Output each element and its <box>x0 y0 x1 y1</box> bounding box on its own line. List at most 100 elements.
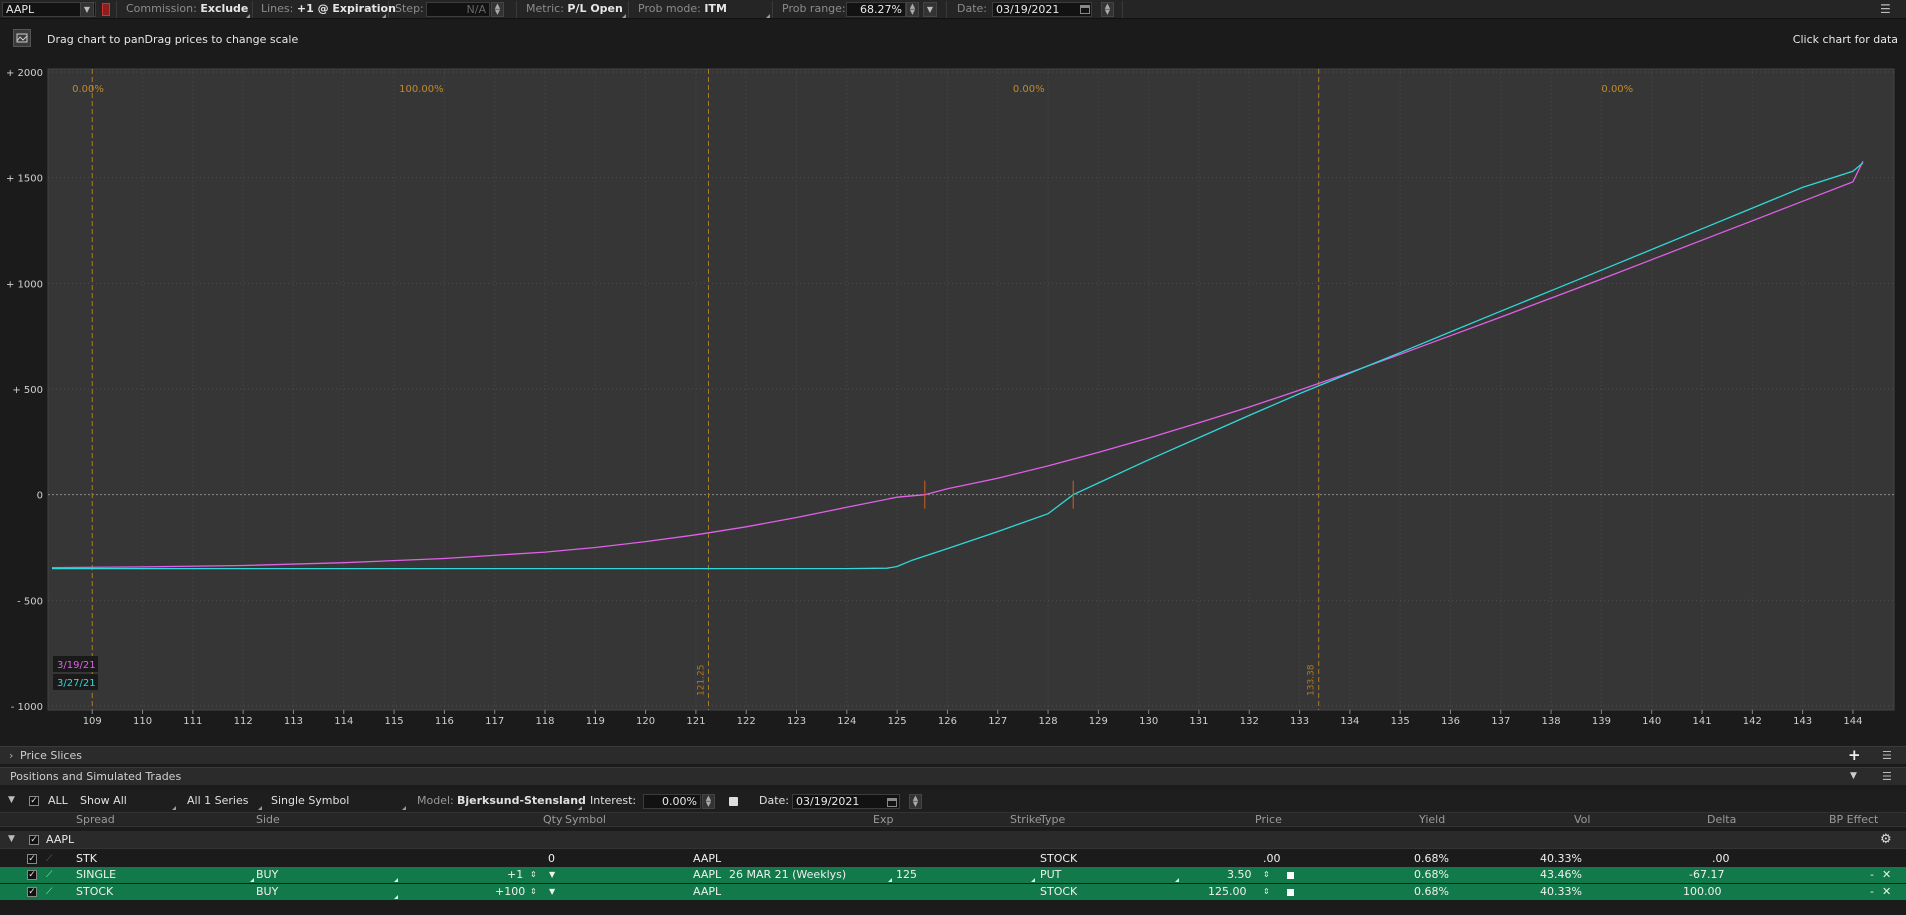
select-all-checkbox[interactable]: ✓ <box>29 796 39 806</box>
lock-icon[interactable] <box>1287 889 1294 896</box>
cell-side[interactable]: BUY <box>256 884 278 900</box>
link-icon: ⟋ <box>46 870 53 880</box>
col-type[interactable]: Type <box>1040 813 1065 826</box>
x-tick-label: 125 <box>888 716 907 727</box>
probrange-dropdown-icon[interactable]: ▼ <box>923 2 937 17</box>
cell-strike[interactable]: 125 <box>896 867 917 883</box>
metric-control[interactable]: Metric: P/L Open <box>526 0 623 19</box>
corner-dropdown-icon <box>888 878 892 882</box>
cell-spread: STOCK <box>76 885 114 898</box>
group-checkbox[interactable]: ✓ <box>29 835 39 845</box>
cell-exp[interactable]: 26 MAR 21 (Weeklys) <box>729 867 846 883</box>
col-qty[interactable]: Qty <box>543 813 562 826</box>
col-exp[interactable]: Exp <box>873 813 893 826</box>
date-spinner[interactable]: ▲ ▼ <box>1101 2 1114 17</box>
collapse-icon[interactable]: ▼ <box>1850 768 1857 785</box>
price-spinner-icon[interactable]: ⇕ <box>1263 884 1270 900</box>
date-value: 03/19/2021 <box>996 3 1060 16</box>
prob-line-label: 133.38 <box>1307 664 1317 696</box>
date-input[interactable]: 03/19/2021 <box>992 2 1092 17</box>
probmode-control[interactable]: Prob mode: ITM <box>638 0 727 19</box>
x-tick-label: 110 <box>133 716 152 727</box>
probrange-input[interactable]: 68.27% <box>846 2 906 17</box>
cell-yield: 0.68% <box>1414 868 1449 881</box>
corner-dropdown-icon <box>1031 878 1035 882</box>
table-row[interactable]: ✓ ⟋ SINGLE BUY +1 ⇕ ▼ AAPL 26 MAR 21 (We… <box>0 867 1906 883</box>
risk-profile-chart[interactable]: + 2000 + 1500 + 1000 + 500 0 - 500 - 1000 109 11… <box>0 62 1906 732</box>
col-strike[interactable]: Strike <box>1010 813 1042 826</box>
table-row[interactable]: ✓ ⟋ STOCK BUY +100 ⇕ ▼ AAPL STOCK 125.00… <box>0 884 1906 900</box>
probrange-spinner[interactable]: ▲ ▼ <box>906 2 919 17</box>
gear-icon[interactable]: ⚙ <box>1880 831 1892 848</box>
chart-svg[interactable]: + 2000 + 1500 + 1000 + 500 0 - 500 - 1000 109 11… <box>0 62 1906 732</box>
chart-settings-icon[interactable] <box>13 29 31 47</box>
col-symbol[interactable]: Symbol <box>565 813 606 826</box>
row-checkbox[interactable]: ✓ <box>27 870 37 880</box>
col-side[interactable]: Side <box>256 813 280 826</box>
cell-vol: 40.33% <box>1540 885 1582 898</box>
menu-lines-icon[interactable]: ☰ <box>1882 768 1892 785</box>
close-icon[interactable]: ✕ <box>1882 884 1891 900</box>
col-yield[interactable]: Yield <box>1419 813 1445 826</box>
x-tick-label: 120 <box>636 716 655 727</box>
x-tick-label: 116 <box>435 716 454 727</box>
cell-qty[interactable]: +100 <box>495 884 525 900</box>
menu-lines-icon[interactable]: ☰ <box>1880 3 1896 16</box>
lock-icon[interactable] <box>729 797 738 806</box>
row-checkbox[interactable]: ✓ <box>27 854 37 864</box>
chevron-down-icon[interactable]: ▼ <box>8 831 15 848</box>
row-checkbox[interactable]: ✓ <box>27 887 37 897</box>
step-value: N/A <box>466 3 486 16</box>
step-spinner[interactable]: ▲ ▼ <box>491 2 504 17</box>
qty-spinner-icon[interactable]: ⇕ <box>530 884 537 900</box>
table-row[interactable]: ✓ ⟋ STK 0 AAPL STOCK .00 0.68% 40.33% .0… <box>0 851 1906 867</box>
group-row-aapl[interactable]: ▼ ✓ AAPL ⚙ <box>0 831 1906 849</box>
close-icon[interactable]: ✕ <box>1882 867 1891 883</box>
chevron-right-icon[interactable]: › <box>9 747 13 764</box>
symbol-mode-filter[interactable]: Single Symbol <box>271 790 349 811</box>
cell-qty[interactable]: +1 <box>507 867 523 883</box>
positions-section[interactable]: Positions and Simulated Trades ▼ ☰ <box>0 767 1906 785</box>
col-delta[interactable]: Delta <box>1707 813 1736 826</box>
lock-icon[interactable] <box>1287 872 1294 879</box>
add-icon[interactable]: + <box>1848 747 1861 764</box>
x-tick-label: 111 <box>183 716 202 727</box>
calendar-icon[interactable] <box>887 798 897 807</box>
show-filter[interactable]: Show All <box>80 790 127 811</box>
lines-control[interactable]: Lines: +1 @ Expiration <box>261 0 396 19</box>
y-tick-label: + 500 <box>12 385 43 396</box>
x-tick-label: 113 <box>284 716 303 727</box>
interest-input[interactable]: 0.00% <box>643 794 701 809</box>
cell-price[interactable]: 3.50 <box>1227 867 1252 883</box>
cell-side[interactable]: BUY <box>256 867 278 883</box>
col-price[interactable]: Price <box>1255 813 1282 826</box>
col-spread[interactable]: Spread <box>76 813 115 826</box>
menu-lines-icon[interactable]: ☰ <box>1882 747 1892 764</box>
model-value[interactable]: Bjerksund-Stensland <box>457 790 586 811</box>
calendar-icon[interactable] <box>1080 5 1090 14</box>
drag-hint: Drag chart to panDrag prices to change s… <box>47 33 299 46</box>
filter-date-input[interactable]: 03/19/2021 <box>792 794 900 809</box>
cell-price[interactable]: 125.00 <box>1208 884 1247 900</box>
cell-qty[interactable]: 0 <box>548 851 555 867</box>
cell-type[interactable]: PUT <box>1040 867 1061 883</box>
series-filter[interactable]: All 1 Series <box>187 790 248 811</box>
commission-control[interactable]: Commission: Exclude <box>126 0 248 19</box>
symbol-dropdown-icon[interactable]: ▼ <box>80 2 94 17</box>
qty-dropdown-icon[interactable]: ▼ <box>549 884 555 900</box>
filter-date-spinner[interactable]: ▲ ▼ <box>909 794 922 809</box>
col-vol[interactable]: Vol <box>1574 813 1590 826</box>
prob-zone-label: 0.00% <box>1601 84 1633 95</box>
step-input[interactable]: N/A <box>426 2 490 17</box>
qty-spinner-icon[interactable]: ⇕ <box>530 867 537 883</box>
col-bp-effect[interactable]: BP Effect <box>1829 813 1878 826</box>
price-slices-section[interactable]: › Price Slices + ☰ <box>0 746 1906 764</box>
divider <box>946 1 947 18</box>
x-tick-label: 142 <box>1743 716 1762 727</box>
interest-spinner[interactable]: ▲ ▼ <box>702 794 715 809</box>
chevron-down-icon[interactable]: ▼ <box>8 790 15 811</box>
flag-icon[interactable] <box>102 3 110 16</box>
cell-price: .00 <box>1263 852 1281 865</box>
qty-dropdown-icon[interactable]: ▼ <box>549 867 555 883</box>
price-spinner-icon[interactable]: ⇕ <box>1263 867 1270 883</box>
